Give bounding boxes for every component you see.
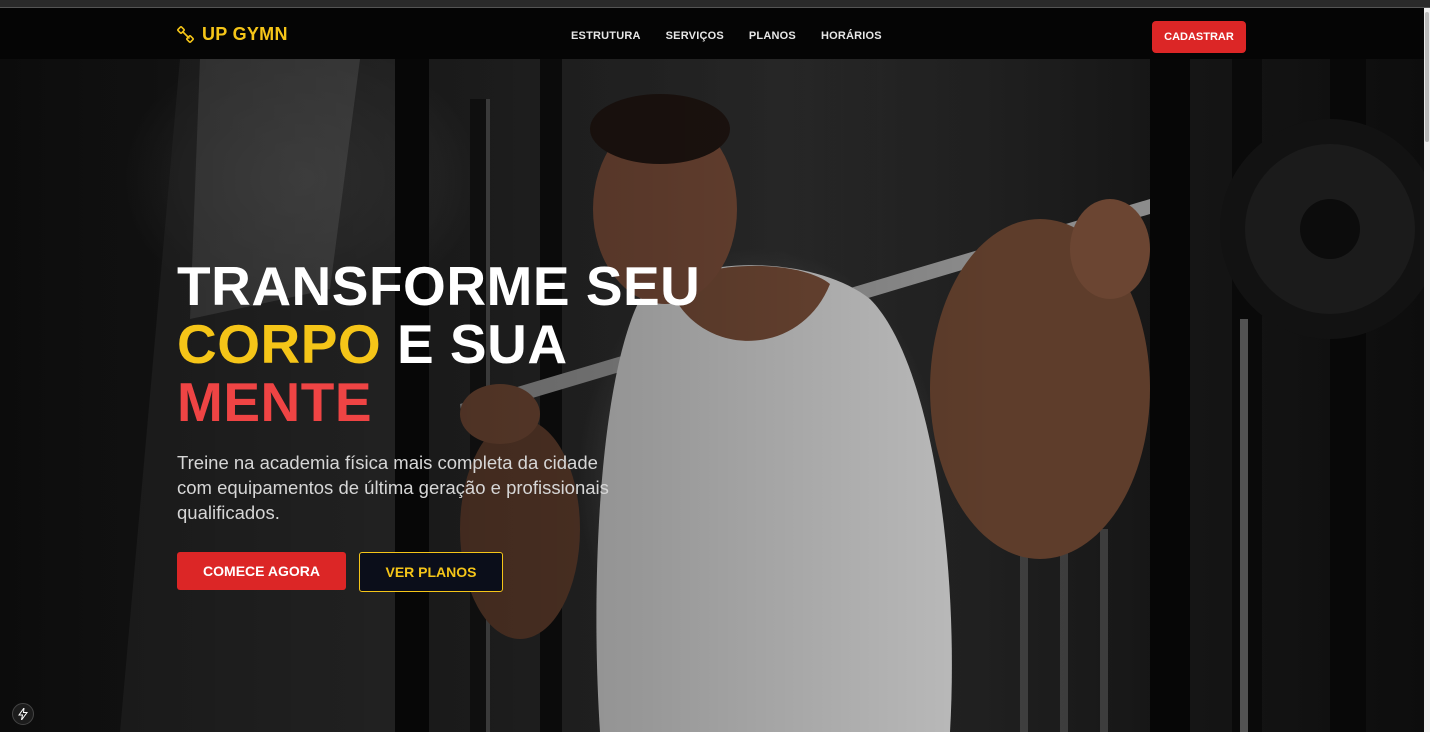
hero-headline: TRANSFORME SEU CORPO E SUA MENTE	[177, 257, 700, 431]
hero-section: TRANSFORME SEU CORPO E SUA MENTE Treine …	[0, 59, 1424, 732]
register-button[interactable]: CADASTRAR	[1152, 21, 1246, 53]
headline-highlight-mente: MENTE	[177, 371, 372, 433]
headline-highlight-corpo: CORPO	[177, 313, 382, 375]
brand-name: UP GYMN	[202, 24, 288, 44]
hero-subtitle: Treine na academia física mais completa …	[177, 452, 609, 523]
scrollbar-thumb[interactable]	[1425, 12, 1429, 142]
headline-line-2-rest: E SUA	[381, 313, 568, 375]
nav-link-planos[interactable]: PLANOS	[749, 30, 796, 42]
dumbbell-icon	[177, 25, 195, 44]
nav-links: ESTRUTURA SERVIÇOS PLANOS HORÁRIOS	[571, 30, 882, 42]
browser-top-strip	[0, 0, 1430, 8]
bolt-icon[interactable]	[12, 703, 34, 725]
nav-link-servicos[interactable]: SERVIÇOS	[666, 30, 724, 42]
nav-link-estrutura[interactable]: ESTRUTURA	[571, 30, 641, 42]
headline-line-1: TRANSFORME SEU	[177, 255, 701, 317]
page-scrollbar[interactable]	[1424, 8, 1430, 732]
view-plans-button[interactable]: VER PLANOS	[359, 552, 503, 592]
start-now-button[interactable]: COMECE AGORA	[177, 552, 346, 590]
nav-link-horarios[interactable]: HORÁRIOS	[821, 30, 882, 42]
navbar: UP GYMN ESTRUTURA SERVIÇOS PLANOS HORÁRI…	[0, 8, 1424, 59]
brand-logo[interactable]: UP GYMN	[177, 24, 288, 45]
